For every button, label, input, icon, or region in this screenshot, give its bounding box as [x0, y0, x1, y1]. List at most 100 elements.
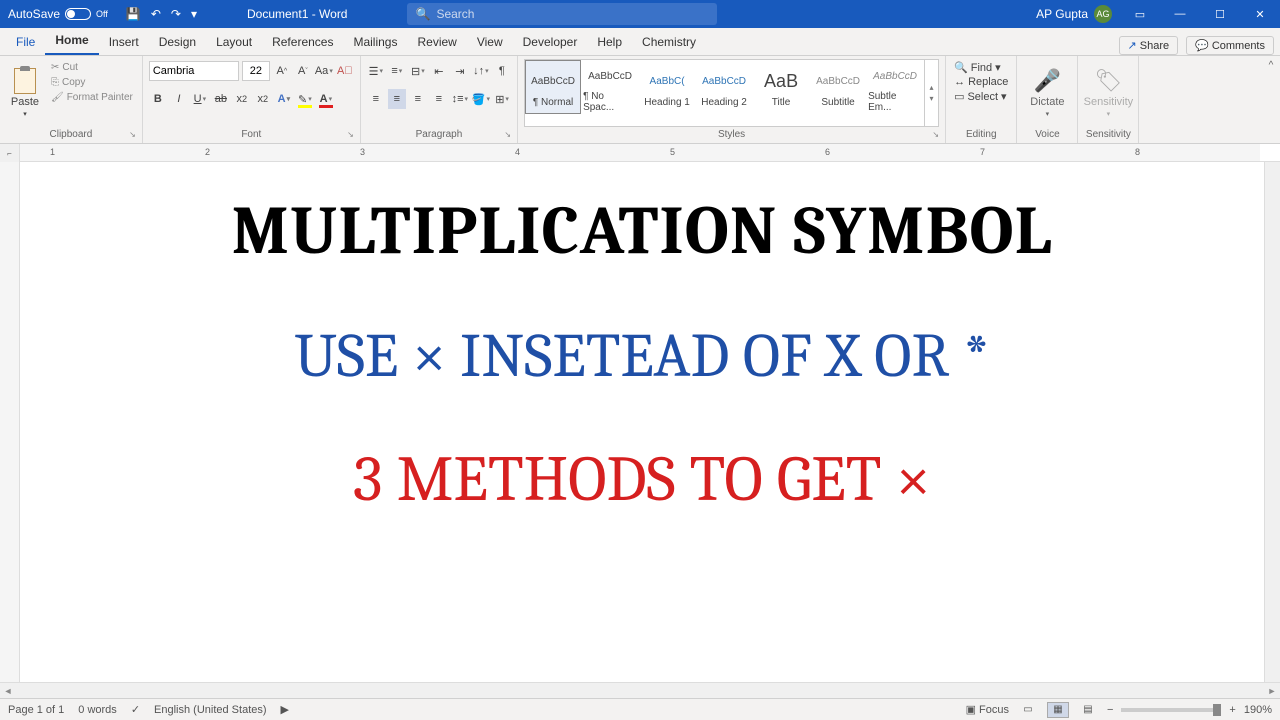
- horizontal-scrollbar[interactable]: ◄ ►: [0, 682, 1280, 698]
- borders-icon[interactable]: ⊞: [493, 89, 511, 109]
- print-layout-icon[interactable]: ▦: [1047, 702, 1069, 718]
- find-button[interactable]: 🔍Find ▾: [954, 61, 1008, 74]
- shrink-font-icon[interactable]: Aˇ: [294, 61, 312, 81]
- dialog-launcher-icon[interactable]: ↘: [504, 130, 511, 139]
- dialog-launcher-icon[interactable]: ↘: [129, 130, 136, 139]
- dictate-button[interactable]: 🎤 Dictate ▾: [1023, 59, 1071, 127]
- focus-mode[interactable]: ▣ Focus: [966, 703, 1009, 716]
- dialog-launcher-icon[interactable]: ↘: [932, 130, 939, 139]
- qat-more-icon[interactable]: ▾: [191, 7, 197, 21]
- collapse-ribbon-icon[interactable]: ^: [1269, 60, 1274, 71]
- tab-home[interactable]: Home: [45, 27, 98, 55]
- tab-help[interactable]: Help: [587, 29, 632, 55]
- font-size-input[interactable]: [242, 61, 270, 81]
- zoom-level[interactable]: 190%: [1244, 704, 1272, 716]
- maximize-icon[interactable]: ☐: [1200, 0, 1240, 28]
- styles-more-icon[interactable]: ▴▾: [924, 60, 938, 126]
- chevron-down-icon: ▾: [23, 110, 27, 118]
- align-center-icon[interactable]: ≡: [388, 89, 406, 109]
- font-color-icon[interactable]: A: [317, 89, 335, 109]
- tab-design[interactable]: Design: [149, 29, 206, 55]
- tab-review[interactable]: Review: [407, 29, 466, 55]
- numbering-icon[interactable]: ≡: [388, 61, 406, 81]
- change-case-icon[interactable]: Aa: [315, 61, 333, 81]
- redo-icon[interactable]: ↷: [171, 7, 181, 21]
- paste-button[interactable]: Paste ▾: [6, 59, 44, 127]
- undo-icon[interactable]: ↶: [151, 7, 161, 21]
- document-page[interactable]: MULTIPLICATION SYMBOL USE × INSETEAD OF …: [20, 162, 1264, 682]
- tab-developer[interactable]: Developer: [513, 29, 588, 55]
- highlight-icon[interactable]: ✎: [296, 89, 314, 109]
- spell-check-icon[interactable]: ✓: [131, 703, 140, 716]
- read-mode-icon[interactable]: ▭: [1017, 702, 1039, 718]
- horizontal-ruler[interactable]: ⌐ 12345678: [0, 144, 1280, 162]
- user-account[interactable]: AP Gupta AG: [1028, 5, 1120, 23]
- text-effects-icon[interactable]: A: [275, 89, 293, 109]
- tab-view[interactable]: View: [467, 29, 513, 55]
- macro-icon[interactable]: ▶: [281, 703, 289, 716]
- superscript-icon[interactable]: x2: [254, 89, 272, 109]
- align-right-icon[interactable]: ≡: [409, 89, 427, 109]
- close-icon[interactable]: ✕: [1240, 0, 1280, 28]
- autosave-toggle[interactable]: AutoSave Off: [0, 7, 116, 21]
- italic-icon[interactable]: I: [170, 89, 188, 109]
- language-indicator[interactable]: English (United States): [154, 704, 267, 716]
- style-item[interactable]: AaBTitle: [753, 60, 809, 114]
- show-marks-icon[interactable]: ¶: [493, 61, 511, 81]
- increase-indent-icon[interactable]: ⇥: [451, 61, 469, 81]
- multilevel-icon[interactable]: ⊟: [409, 61, 427, 81]
- vertical-ruler[interactable]: [0, 162, 20, 682]
- style-item[interactable]: AaBbCcD¶ Normal: [525, 60, 581, 114]
- save-icon[interactable]: 💾: [126, 7, 141, 21]
- line-spacing-icon[interactable]: ↕≡: [451, 89, 469, 109]
- style-item[interactable]: AaBbCcDHeading 2: [696, 60, 752, 114]
- bold-icon[interactable]: B: [149, 89, 167, 109]
- search-box[interactable]: 🔍 Search: [407, 3, 717, 25]
- paste-icon: [14, 68, 36, 94]
- tab-insert[interactable]: Insert: [99, 29, 149, 55]
- page-indicator[interactable]: Page 1 of 1: [8, 704, 64, 716]
- zoom-slider[interactable]: [1121, 708, 1221, 712]
- web-layout-icon[interactable]: ▤: [1077, 702, 1099, 718]
- align-left-icon[interactable]: ≡: [367, 89, 385, 109]
- select-button[interactable]: ▭Select ▾: [954, 90, 1008, 103]
- zoom-in-icon[interactable]: +: [1229, 704, 1235, 716]
- clear-format-icon[interactable]: A⃠: [336, 61, 354, 81]
- voice-group: 🎤 Dictate ▾ Voice: [1017, 56, 1078, 143]
- scroll-right-icon[interactable]: ►: [1264, 683, 1280, 698]
- copy-button[interactable]: ⎘Copy: [48, 76, 136, 89]
- ribbon-display-icon[interactable]: ▭: [1120, 0, 1160, 28]
- tab-chemistry[interactable]: Chemistry: [632, 29, 706, 55]
- vertical-scrollbar[interactable]: [1264, 162, 1280, 682]
- subscript-icon[interactable]: x2: [233, 89, 251, 109]
- shading-icon[interactable]: 🪣: [472, 89, 490, 109]
- bullets-icon[interactable]: ☰: [367, 61, 385, 81]
- share-button[interactable]: ↗Share: [1119, 36, 1179, 55]
- zoom-out-icon[interactable]: −: [1107, 704, 1113, 716]
- font-name-input[interactable]: [149, 61, 239, 81]
- tab-file[interactable]: File: [6, 29, 45, 55]
- format-painter-button[interactable]: 🖌Format Painter: [48, 91, 136, 104]
- strikethrough-icon[interactable]: ab: [212, 89, 230, 109]
- replace-button[interactable]: ↔Replace: [954, 76, 1008, 88]
- style-item[interactable]: AaBbC(Heading 1: [639, 60, 695, 114]
- word-count[interactable]: 0 words: [78, 704, 117, 716]
- tab-mailings[interactable]: Mailings: [343, 29, 407, 55]
- sort-icon[interactable]: ↓↑: [472, 61, 490, 81]
- tab-references[interactable]: References: [262, 29, 343, 55]
- comments-button[interactable]: 💬Comments: [1186, 36, 1274, 55]
- decrease-indent-icon[interactable]: ⇤: [430, 61, 448, 81]
- tab-layout[interactable]: Layout: [206, 29, 262, 55]
- dialog-launcher-icon[interactable]: ↘: [347, 130, 354, 139]
- justify-icon[interactable]: ≡: [430, 89, 448, 109]
- style-item[interactable]: AaBbCcDSubtitle: [810, 60, 866, 114]
- minimize-icon[interactable]: —: [1160, 0, 1200, 28]
- quick-access-toolbar: 💾 ↶ ↷ ▾: [116, 7, 207, 21]
- underline-icon[interactable]: U: [191, 89, 209, 109]
- style-item[interactable]: AaBbCcD¶ No Spac...: [582, 60, 638, 114]
- cut-button[interactable]: ✂Cut: [48, 61, 136, 74]
- style-item[interactable]: AaBbCcDSubtle Em...: [867, 60, 923, 114]
- scroll-left-icon[interactable]: ◄: [0, 683, 16, 698]
- sensitivity-button[interactable]: 🏷 Sensitivity ▾: [1084, 59, 1132, 127]
- grow-font-icon[interactable]: A^: [273, 61, 291, 81]
